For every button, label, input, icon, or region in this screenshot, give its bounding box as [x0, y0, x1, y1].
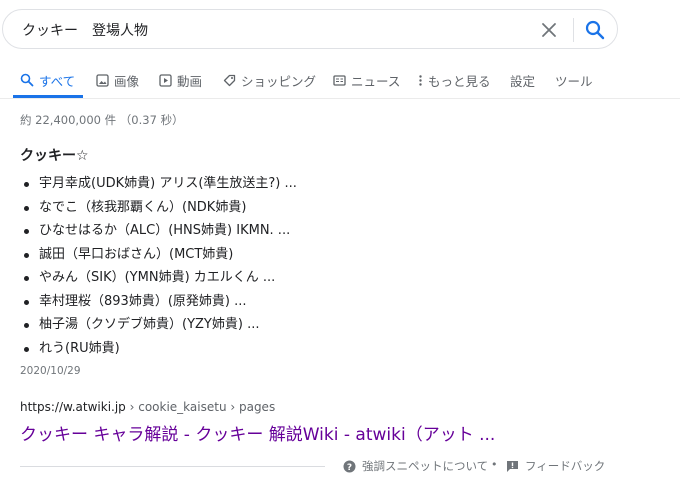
tab-settings-label: 設定 [510, 73, 536, 89]
snippet-list: 宇月幸成(UDK姉貴) アリス(準生放送主?) ... なでこ（核我那覇くん）(… [20, 174, 297, 362]
bullet-icon [24, 229, 29, 234]
tab-all-label: すべて [39, 73, 76, 89]
tab-more-label: もっと見る [428, 73, 491, 89]
snippet-date: 2020/10/29 [20, 365, 81, 377]
snippet-title: クッキー☆ [20, 148, 89, 164]
tab-images-label: 画像 [114, 73, 140, 89]
tab-shopping[interactable]: ショッピング [223, 70, 316, 90]
tab-videos[interactable]: 動画 [159, 70, 202, 90]
list-item-text: 誠田（早口おばさん）(MCT姉貴) [39, 246, 234, 262]
list-item-text: 宇月幸成(UDK姉貴) アリス(準生放送主?) ... [39, 176, 297, 191]
svg-text:?: ? [347, 463, 352, 473]
list-item-text: れう(RU姉貴) [39, 340, 120, 356]
tab-tools[interactable]: ツール [555, 70, 593, 90]
result-breadcrumb: › cookie_kaisetu › pages [125, 400, 276, 414]
result-title-link[interactable]: クッキー キャラ解説 - クッキー 解説Wiki - atwiki（アット ..… [20, 420, 495, 445]
list-item-text: なでこ（核我那覇くん）(NDK姉貴) [39, 199, 247, 215]
list-item: やみん（SIK）(YMN姉貴) カエルくん ... [20, 268, 297, 292]
tag-icon [223, 74, 236, 86]
about-snippets-link[interactable]: ? 強調スニペットについて [343, 458, 488, 474]
tab-tools-label: ツール [555, 73, 593, 89]
list-item: ひなせはるか（ALC）(HNS姉貴) IKMN. ... [20, 221, 297, 245]
bullet-icon [24, 323, 29, 328]
tab-news-label: ニュース [351, 73, 401, 89]
tab-all[interactable]: すべて [20, 70, 75, 90]
list-item: なでこ（核我那覇くん）(NDK姉貴) [20, 198, 297, 222]
feedback-icon [507, 460, 518, 472]
help-icon: ? [343, 460, 356, 473]
tab-settings[interactable]: 設定 [510, 70, 535, 90]
feedback-label: フィードバック [525, 459, 606, 473]
bullet-icon [24, 299, 29, 305]
bullet-icon [24, 346, 29, 352]
about-snippets-label: 強調スニペットについて [362, 459, 489, 473]
bullet-icon [24, 182, 29, 187]
tab-shopping-label: ショッピング [241, 73, 317, 89]
tabs-divider [0, 98, 680, 99]
result-domain: https://w.atwiki.jp [20, 400, 126, 414]
search-input[interactable] [22, 19, 502, 41]
tab-more[interactable]: もっと見る [418, 70, 491, 90]
list-item: 誠田（早口おばさん）(MCT姉貴) [20, 245, 297, 269]
bullet-icon [24, 276, 29, 281]
news-icon [333, 74, 346, 86]
bullet-icon [24, 205, 29, 211]
bullet-icon [24, 252, 29, 258]
list-item-text: やみん（SIK）(YMN姉貴) カエルくん ... [39, 270, 276, 285]
more-vert-icon [419, 74, 422, 86]
search-icon [20, 73, 34, 87]
list-item-text: 幸村理桜（893姉貴）(原発姉貴) ... [39, 293, 247, 309]
list-item: 宇月幸成(UDK姉貴) アリス(準生放送主?) ... [20, 174, 297, 198]
list-item: れう(RU姉貴) [20, 339, 297, 363]
list-item-text: 柚子湯（クソデブ姉貴）(YZY姉貴) ... [39, 317, 260, 332]
tab-videos-label: 動画 [177, 73, 203, 89]
footer-separator: • [491, 458, 498, 471]
result-url[interactable]: https://w.atwiki.jp › cookie_kaisetu › p… [20, 400, 275, 414]
result-stats: 約 22,400,000 件 （0.37 秒） [20, 113, 184, 127]
list-item: 柚子湯（クソデブ姉貴）(YZY姉貴) ... [20, 315, 297, 339]
tab-images[interactable]: 画像 [96, 70, 139, 90]
search-divider [573, 18, 574, 42]
search-box [2, 9, 618, 49]
search-tabs: すべて 画像 動画 ショッピング ニュース もっと見る 設定 ツール [0, 62, 680, 98]
list-item-text: ひなせはるか（ALC）(HNS姉貴) IKMN. ... [39, 223, 291, 238]
tab-news[interactable]: ニュース [333, 70, 400, 90]
image-icon [96, 73, 109, 87]
search-icon[interactable] [584, 19, 606, 41]
list-item: 幸村理桜（893姉貴）(原発姉貴) ... [20, 292, 297, 316]
clear-icon[interactable] [539, 20, 559, 40]
feedback-link[interactable]: フィードバック [506, 458, 605, 474]
footer-divider [20, 466, 325, 467]
video-icon [159, 73, 172, 87]
